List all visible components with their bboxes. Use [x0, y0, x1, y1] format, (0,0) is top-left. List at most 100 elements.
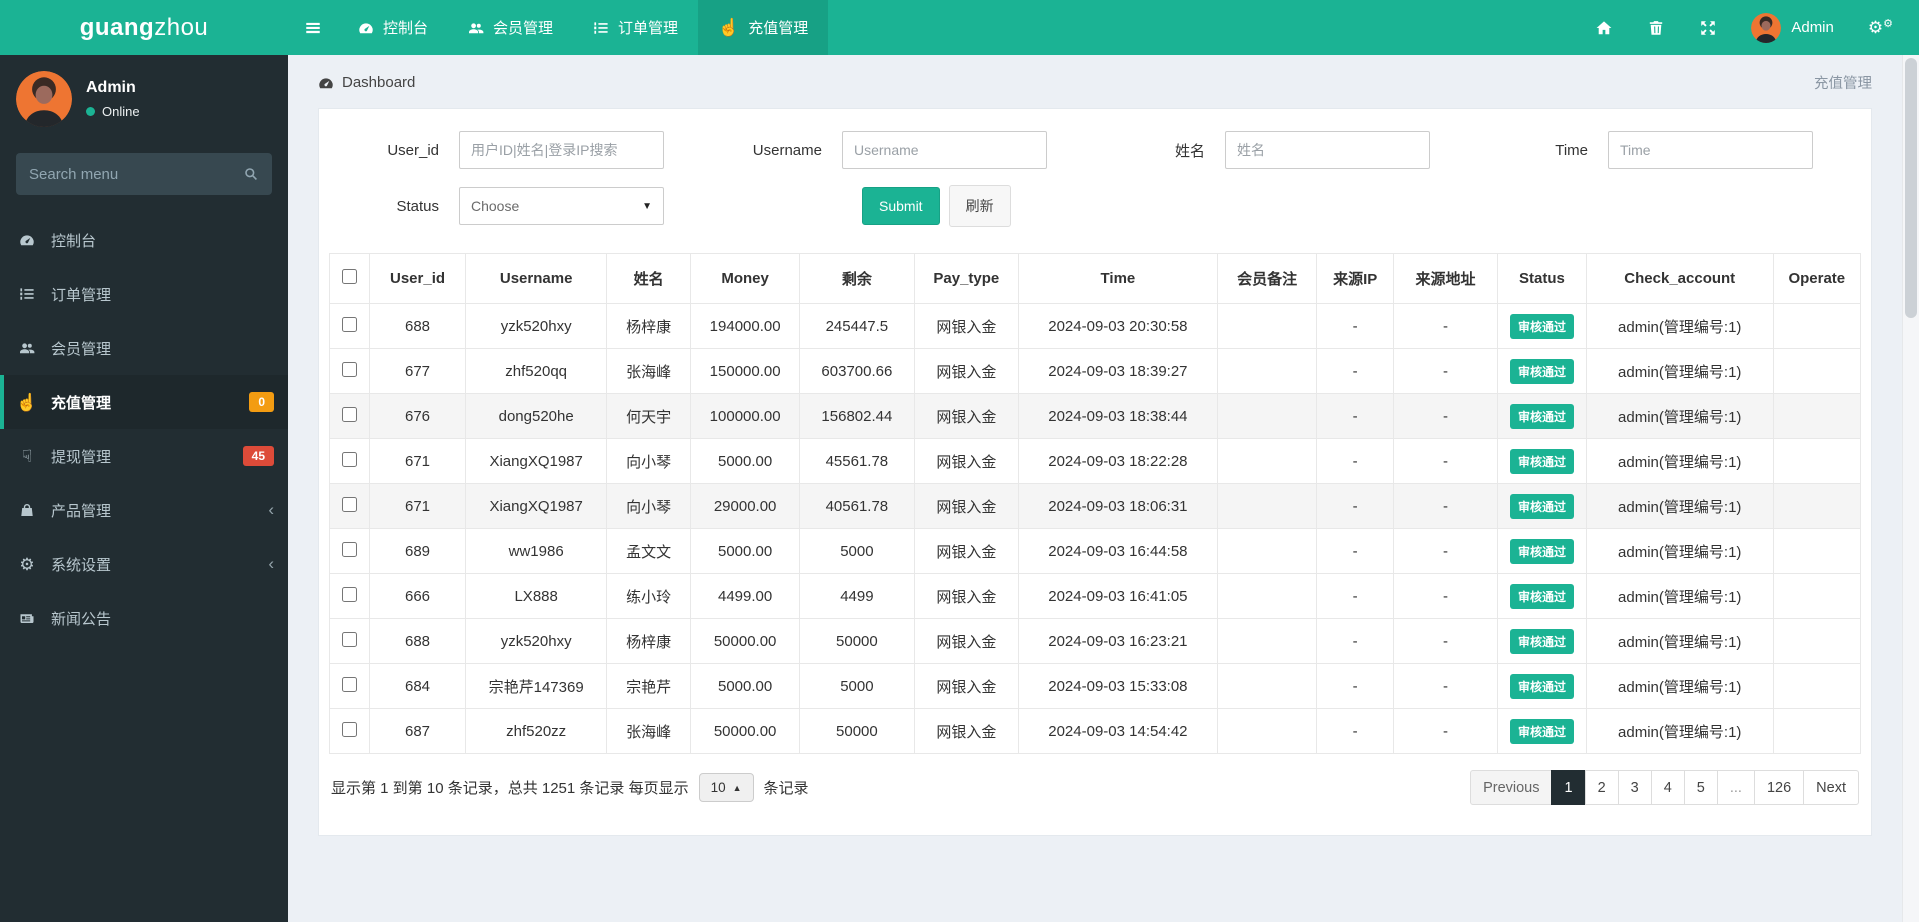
table-footer: 显示第 1 到第 10 条记录，总共 1251 条记录 每页显示 10 ▲ 条记…: [329, 754, 1861, 811]
sidebar-item-系统设置[interactable]: ⚙ 系统设置 ‹: [0, 537, 288, 591]
browser-scrollbar[interactable]: [1902, 55, 1919, 922]
status-label: Status: [396, 197, 439, 215]
cell-remain: 45561.78: [798, 438, 915, 484]
topnav-item-label: 订单管理: [618, 20, 679, 37]
cell-pay_type: 网银入金: [913, 438, 1019, 484]
sidebar-item-控制台[interactable]: 控制台: [0, 213, 288, 267]
row-checkbox[interactable]: [341, 541, 357, 557]
row-checkbox[interactable]: [341, 631, 357, 647]
row-checkbox[interactable]: [341, 361, 357, 377]
scrollbar-thumb[interactable]: [1905, 58, 1917, 318]
topnav-item-控制台[interactable]: 控制台: [338, 0, 448, 55]
sidebar-item-产品管理[interactable]: 产品管理 ‹: [0, 483, 288, 537]
topnav-item-订单管理[interactable]: 订单管理: [573, 0, 698, 55]
row-checkbox[interactable]: [341, 451, 357, 467]
cell-user_id: 689: [368, 528, 467, 574]
cell-check_account: admin(管理编号:1): [1585, 393, 1774, 439]
cell-pay_type: 网银入金: [913, 618, 1019, 664]
row-checkbox[interactable]: [341, 676, 357, 692]
page-button-4[interactable]: 4: [1650, 770, 1685, 805]
submit-button[interactable]: Submit: [862, 187, 940, 225]
sidebar-user-name: Admin: [86, 79, 136, 96]
cell-status: 审核通过: [1497, 348, 1587, 394]
sidebar-toggle-button[interactable]: [288, 0, 338, 55]
fullscreen-button[interactable]: [1699, 19, 1717, 37]
cell-money: 50000.00: [690, 708, 800, 754]
status-select[interactable]: Choose ▼: [459, 187, 664, 225]
page-button-5[interactable]: 5: [1683, 770, 1718, 805]
settings-button[interactable]: ⚙⚙: [1868, 19, 1893, 37]
page-button-3[interactable]: 3: [1617, 770, 1652, 805]
select-all-checkbox[interactable]: [341, 269, 357, 284]
refresh-button[interactable]: 刷新: [948, 185, 1011, 227]
cell-operate: [1772, 618, 1862, 664]
row-checkbox[interactable]: [341, 316, 357, 332]
row-checkbox[interactable]: [341, 406, 357, 422]
sidebar-item-提现管理[interactable]: ☟ 提现管理 45: [0, 429, 288, 483]
cell-remain: 4499: [798, 573, 915, 619]
home-button[interactable]: [1595, 19, 1613, 37]
search-icon[interactable]: [243, 166, 259, 182]
topnav-item-会员管理[interactable]: 会员管理: [448, 0, 573, 55]
user-id-input[interactable]: [459, 131, 664, 169]
sidebar-search-input[interactable]: [29, 165, 243, 183]
cell-time: 2024-09-03 18:38:44: [1017, 393, 1218, 439]
chevron-left-icon: ‹: [268, 500, 274, 519]
column-header-剩余: 剩余: [798, 253, 915, 304]
cell-operate: [1772, 483, 1862, 529]
cell-check_account: admin(管理编号:1): [1585, 483, 1774, 529]
cell-source_ip: -: [1316, 303, 1394, 349]
table-row: 688 yzk520hxy 杨梓康 50000.00 50000 网银入金 2024-09-…: [329, 618, 1862, 664]
column-header-Username: Username: [465, 253, 608, 304]
cell-operate: [1772, 708, 1862, 754]
user-menu[interactable]: Admin: [1751, 12, 1834, 43]
sidebar-item-充值管理[interactable]: ☝ 充值管理 0: [0, 375, 288, 429]
sidebar-item-订单管理[interactable]: 订单管理: [0, 267, 288, 321]
cell-money: 5000.00: [690, 438, 800, 484]
home-icon: [1595, 19, 1613, 37]
row-checkbox[interactable]: [341, 496, 357, 512]
name-input[interactable]: [1225, 131, 1430, 169]
sidebar-item-会员管理[interactable]: 会员管理: [0, 321, 288, 375]
cell-name: 孟文文: [606, 528, 692, 574]
time-input[interactable]: [1608, 131, 1813, 169]
cell-pay_type: 网银入金: [913, 573, 1019, 619]
topnav-item-充值管理[interactable]: ☝ 充值管理: [698, 0, 829, 55]
page-button-2[interactable]: 2: [1584, 770, 1619, 805]
table-row: 687 zhf520zz 张海峰 50000.00 50000 网银入金 2024-09-0…: [329, 708, 1862, 754]
page-size-select[interactable]: 10 ▲: [698, 773, 754, 802]
table-row: 671 XiangXQ1987 向小琴 5000.00 45561.78 网银入金 2024…: [329, 438, 1862, 484]
cell-source_addr: -: [1392, 618, 1499, 664]
row-checkbox[interactable]: [341, 721, 357, 737]
column-header-来源IP: 来源IP: [1316, 253, 1394, 304]
page-button-1[interactable]: 1: [1551, 770, 1586, 805]
app-logo[interactable]: guangzhou: [0, 0, 288, 55]
recharge-table: User_id Username 姓名 Money 剩余 Pay_type Time 会员备注…: [329, 253, 1862, 754]
cell-user_id: 688: [368, 618, 467, 664]
trash-button[interactable]: [1647, 19, 1665, 37]
breadcrumb[interactable]: Dashboard: [318, 74, 415, 91]
status-badge: 审核通过: [1509, 583, 1574, 609]
sidebar-item-新闻公告[interactable]: 新闻公告: [0, 591, 288, 645]
count-badge: 0: [249, 392, 274, 412]
page-size-value: 10: [710, 780, 726, 795]
sidebar: Admin Online 控制台订单管理会员管理 ☝ 充值管理 0 ☟ 提现管理 45 产品管…: [0, 55, 288, 922]
cell-username: 宗艳芹147369: [465, 663, 608, 709]
cell-remark: [1216, 348, 1318, 394]
cell-name: 练小玲: [606, 573, 692, 619]
cell-money: 50000.00: [690, 618, 800, 664]
cell-remain: 40561.78: [798, 483, 915, 529]
username-input[interactable]: [842, 131, 1047, 169]
previous-page-button[interactable]: Previous: [1470, 770, 1553, 805]
cell-username: ww1986: [465, 528, 608, 574]
row-checkbox[interactable]: [341, 586, 357, 602]
cell-time: 2024-09-03 16:41:05: [1017, 573, 1218, 619]
table-row: 677 zhf520qq 张海峰 150000.00 603700.66 网银入金 2024…: [329, 348, 1862, 394]
cell-name: 宗艳芹: [606, 663, 692, 709]
next-page-button[interactable]: Next: [1803, 770, 1859, 805]
cell-status: 审核通过: [1497, 438, 1587, 484]
cell-user_id: 688: [368, 303, 467, 349]
sidebar-item-label: 提现管理: [51, 448, 112, 466]
page-button-126[interactable]: 126: [1753, 770, 1805, 805]
user-status[interactable]: Online: [86, 104, 140, 119]
